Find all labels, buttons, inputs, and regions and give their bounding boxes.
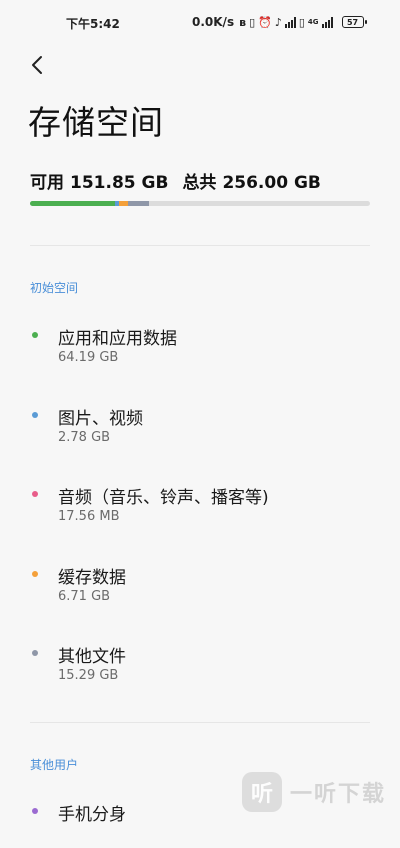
battery-level: 57 bbox=[347, 18, 358, 27]
signal-1-icon bbox=[285, 17, 296, 28]
alarm-icon: ⏰ bbox=[258, 16, 272, 29]
back-button[interactable] bbox=[30, 50, 60, 80]
sim-icon: ▯ bbox=[299, 16, 305, 29]
headphone-icon: ♪ bbox=[275, 16, 282, 29]
status-icons: 0.0K/s ʙ ▯ ⏰ ♪ ▯ 4G 57 bbox=[192, 15, 364, 29]
available-value: 151.85 GB bbox=[70, 173, 168, 193]
divider bbox=[30, 245, 370, 246]
item-size: 15.29 GB bbox=[58, 668, 118, 683]
list-item-photos-videos[interactable]: 图片、视频 2.78 GB bbox=[30, 404, 370, 452]
total-value: 256.00 GB bbox=[222, 173, 320, 193]
chevron-left-icon bbox=[30, 54, 44, 76]
category-dot bbox=[32, 332, 38, 338]
item-size: 17.56 MB bbox=[58, 509, 119, 524]
vibrate-icon: ▯ bbox=[249, 16, 255, 29]
category-dot bbox=[32, 491, 38, 497]
bluetooth-icon: ʙ bbox=[239, 16, 246, 29]
status-bar: 下午5:42 0.0K/s ʙ ▯ ⏰ ♪ ▯ 4G 57 bbox=[0, 0, 400, 44]
available-label: 可用 bbox=[30, 173, 64, 193]
network-speed: 0.0K/s bbox=[192, 15, 234, 29]
status-time: 下午5:42 bbox=[66, 15, 120, 32]
item-size: 2.78 GB bbox=[58, 430, 110, 445]
item-label: 其他文件 bbox=[58, 642, 126, 667]
list-item-other-files[interactable]: 其他文件 15.29 GB bbox=[30, 642, 370, 690]
total-label: 总共 bbox=[182, 173, 216, 193]
item-size: 6.71 GB bbox=[58, 589, 110, 604]
item-label: 图片、视频 bbox=[58, 404, 143, 429]
usage-segment bbox=[119, 201, 128, 206]
item-label: 应用和应用数据 bbox=[58, 324, 177, 349]
storage-summary: 可用 151.85 GB 总共 256.00 GB bbox=[30, 168, 327, 193]
category-dot bbox=[32, 650, 38, 656]
category-dot bbox=[32, 808, 38, 814]
category-dot bbox=[32, 571, 38, 577]
item-size: 64.19 GB bbox=[58, 350, 118, 365]
watermark: 听 一听下载 bbox=[242, 772, 386, 812]
usage-segment bbox=[128, 201, 148, 206]
storage-usage-bar bbox=[30, 201, 370, 206]
watermark-text: 一听下载 bbox=[290, 776, 386, 808]
category-dot bbox=[32, 412, 38, 418]
section-label-initial-space: 初始空间 bbox=[30, 279, 78, 296]
watermark-logo: 听 bbox=[242, 772, 282, 812]
usage-segment bbox=[30, 201, 115, 206]
divider bbox=[30, 722, 370, 723]
network-type-badge: 4G bbox=[308, 18, 319, 26]
item-label: 手机分身 bbox=[58, 800, 126, 825]
signal-2-icon bbox=[322, 17, 333, 28]
section-label-other-users: 其他用户 bbox=[30, 756, 78, 773]
list-item-audio[interactable]: 音频（音乐、铃声、播客等) 17.56 MB bbox=[30, 483, 370, 531]
item-label: 缓存数据 bbox=[58, 563, 126, 588]
list-item-apps[interactable]: 应用和应用数据 64.19 GB bbox=[30, 324, 370, 372]
item-label: 音频（音乐、铃声、播客等) bbox=[58, 483, 269, 508]
list-item-cache[interactable]: 缓存数据 6.71 GB bbox=[30, 563, 370, 611]
page-title: 存储空间 bbox=[28, 96, 164, 144]
battery-icon: 57 bbox=[342, 16, 364, 28]
